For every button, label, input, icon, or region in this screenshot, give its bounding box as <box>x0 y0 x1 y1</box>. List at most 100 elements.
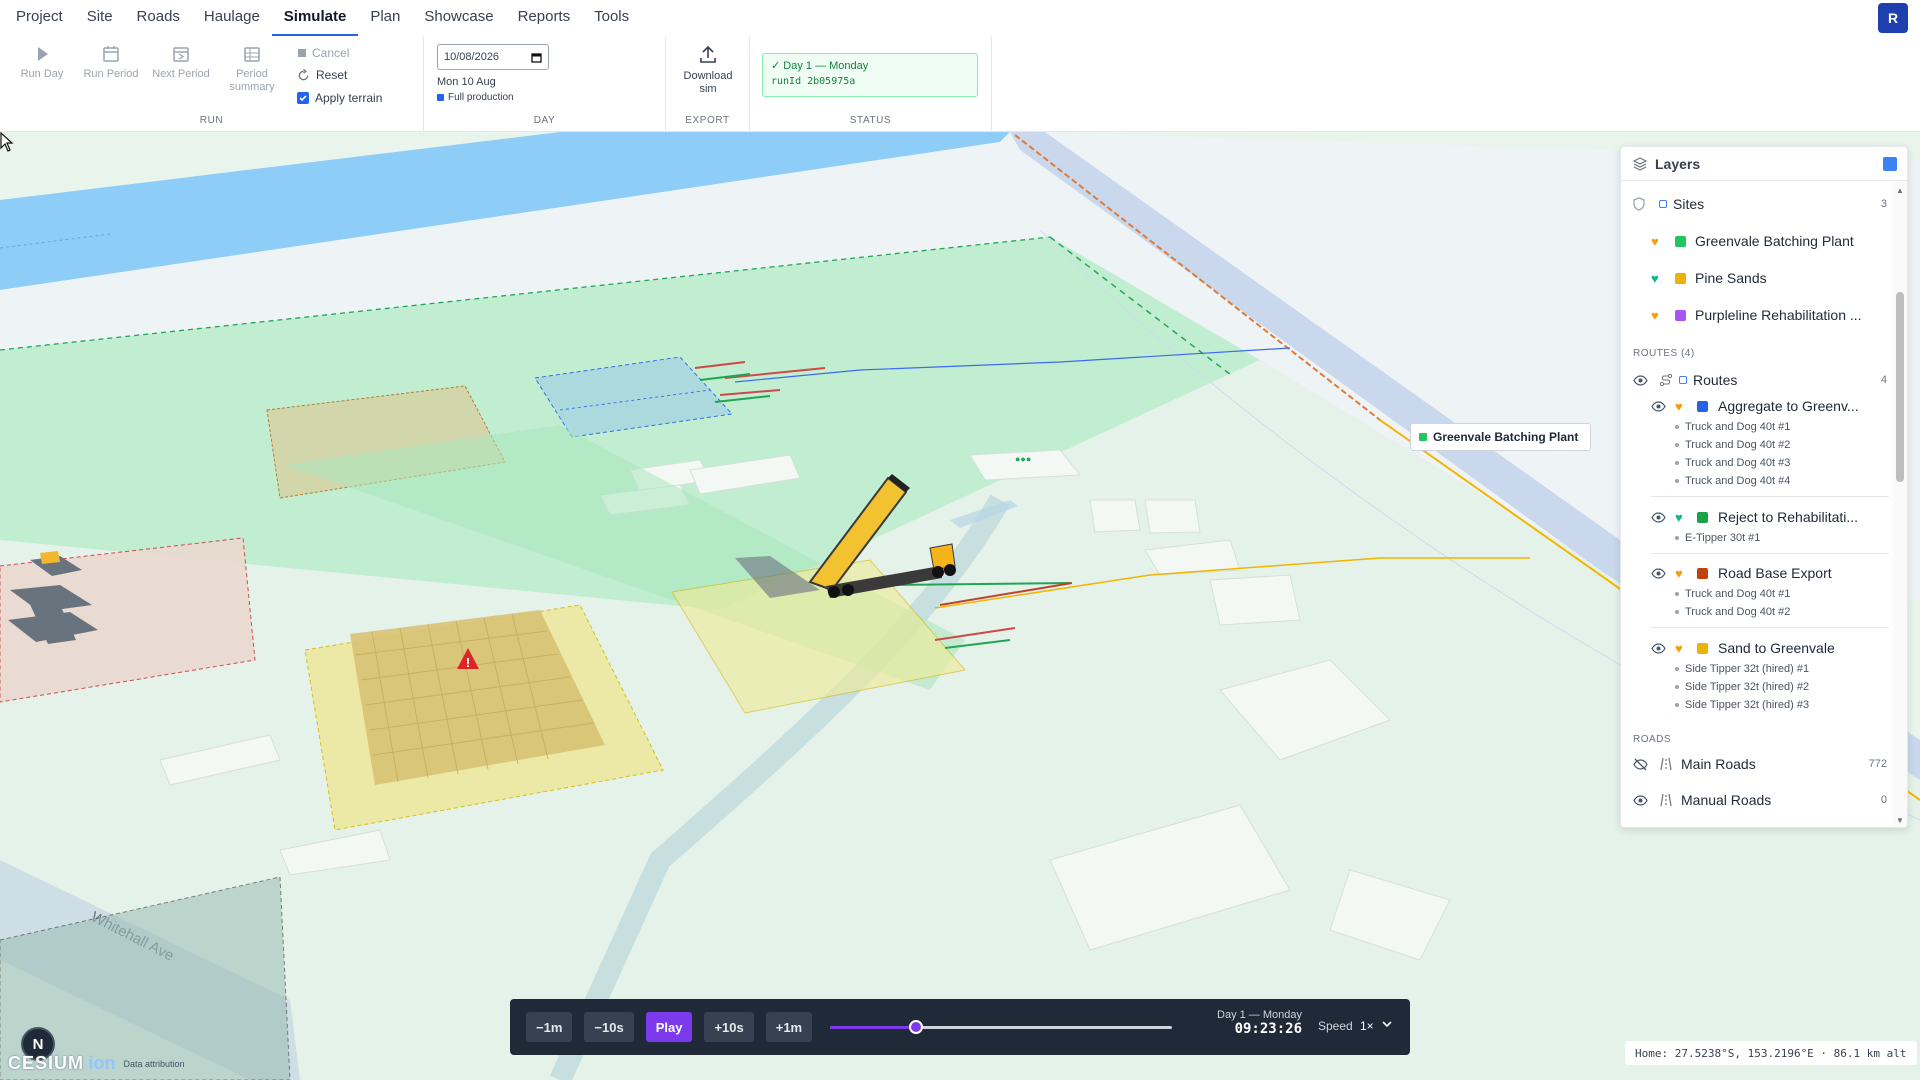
run-day-label: Run Day <box>20 68 64 80</box>
scroll-down-icon[interactable]: ▼ <box>1896 816 1904 825</box>
vehicle-item[interactable]: E-Tipper 30t #1 <box>1675 532 1760 544</box>
route-item[interactable]: ♥ Road Base Export <box>1621 563 1893 583</box>
filter-icon[interactable] <box>1883 157 1897 171</box>
heart-icon: ♥ <box>1675 398 1683 414</box>
eye-icon[interactable] <box>1651 567 1666 579</box>
route-item[interactable]: ♥ Reject to Rehabilitati... <box>1621 507 1893 527</box>
upload-icon <box>700 45 716 63</box>
timeline-slider[interactable] <box>830 1017 1173 1037</box>
road-layer-count: 772 <box>1868 758 1887 770</box>
route-name: Road Base Export <box>1718 565 1832 581</box>
cancel-label: Cancel <box>312 46 350 60</box>
vehicle-item[interactable]: Side Tipper 32t (hired) #2 <box>1675 681 1809 693</box>
back-10s-button[interactable]: −10s <box>584 1012 634 1042</box>
production-label: Full production <box>448 92 514 103</box>
data-attribution-link[interactable]: Data attribution <box>123 1059 184 1069</box>
site-item[interactable]: ♥ Pine Sands <box>1621 268 1893 288</box>
map-site-label[interactable]: Greenvale Batching Plant <box>1410 423 1592 451</box>
route-icon <box>1659 373 1673 387</box>
sites-toggle[interactable] <box>1659 200 1667 208</box>
site-item[interactable]: ♥ Purpleline Rehabilitation ... <box>1621 305 1893 325</box>
road-layer-item[interactable]: Main Roads 772 <box>1621 754 1893 774</box>
road-layer-item[interactable]: Manual Roads 0 <box>1621 790 1893 810</box>
vehicle-item[interactable]: Truck and Dog 40t #1 <box>1675 421 1790 433</box>
divider <box>1651 627 1889 628</box>
camera-coordinates: Home: 27.5238°S, 153.2196°E · 86.1 km al… <box>1625 1041 1917 1065</box>
next-period-button[interactable]: Next Period <box>149 44 213 81</box>
svg-text:●●●: ●●● <box>1015 454 1031 464</box>
period-summary-button[interactable]: Period summary <box>220 44 284 94</box>
layers-title: Layers <box>1655 155 1701 172</box>
vehicle-item[interactable]: Truck and Dog 40t #4 <box>1675 475 1790 487</box>
site-name: Pine Sands <box>1695 270 1767 286</box>
fwd-10s-button[interactable]: +10s <box>704 1012 754 1042</box>
vehicle-item[interactable]: Truck and Dog 40t #2 <box>1675 439 1790 451</box>
download-sim-button[interactable]: Download sim <box>676 44 740 96</box>
apply-terrain-checkbox[interactable]: Apply terrain <box>297 91 382 105</box>
eye-icon[interactable] <box>1633 374 1648 386</box>
vehicle-item[interactable]: Truck and Dog 40t #2 <box>1675 606 1790 618</box>
play-button[interactable]: Play <box>645 1012 693 1042</box>
sites-label: Sites <box>1673 196 1705 212</box>
apply-terrain-label: Apply terrain <box>315 91 383 105</box>
layers-panel: Layers Sites 3 ♥ Greenvale Batching Plan… <box>1620 146 1908 828</box>
calendar-picker-icon[interactable] <box>531 52 542 63</box>
scroll-up-icon[interactable]: ▲ <box>1896 186 1904 195</box>
eye-off-icon[interactable] <box>1633 758 1648 771</box>
chevron-down-icon[interactable] <box>1380 1017 1394 1031</box>
nav-site[interactable]: Site <box>75 0 125 36</box>
eye-icon[interactable] <box>1651 642 1666 654</box>
nav-plan[interactable]: Plan <box>358 0 412 36</box>
routes-label: Routes <box>1693 372 1738 388</box>
user-avatar[interactable]: R <box>1878 3 1908 33</box>
run-day-button[interactable]: Run Day <box>10 44 74 81</box>
layer-group-routes[interactable]: Routes 4 <box>1621 370 1893 390</box>
layers-header: Layers <box>1621 147 1907 181</box>
ribbon-group-day-label: DAY <box>533 115 556 126</box>
ribbon-group-run: Run Day Run Period Next Period Period su… <box>0 36 424 132</box>
reset-button[interactable]: Reset <box>297 68 347 82</box>
nav-haulage[interactable]: Haulage <box>192 0 272 36</box>
fwd-1m-button[interactable]: +1m <box>765 1012 813 1042</box>
route-item[interactable]: ♥ Sand to Greenvale <box>1621 638 1893 658</box>
roads-section-label: ROADS <box>1633 734 1672 745</box>
road-layer-count: 0 <box>1880 794 1887 806</box>
back-1m-button[interactable]: −1m <box>526 1012 573 1042</box>
production-swatch <box>437 94 444 101</box>
routes-count: 4 <box>1880 374 1887 386</box>
eye-icon[interactable] <box>1651 400 1666 412</box>
routes-toggle[interactable] <box>1679 376 1687 384</box>
app-root: Whitehall Ave <box>0 0 1920 1080</box>
sim-date-input[interactable]: 10/08/2026 <box>437 44 549 70</box>
ribbon-group-run-label: RUN <box>199 115 224 126</box>
vehicle-item[interactable]: Side Tipper 32t (hired) #3 <box>1675 699 1809 711</box>
vehicle-item[interactable]: Side Tipper 32t (hired) #1 <box>1675 663 1809 675</box>
layers-scrollbar[interactable]: ▲ ▼ <box>1893 182 1907 827</box>
nav-tools[interactable]: Tools <box>582 0 641 36</box>
layer-group-sites[interactable]: Sites 3 <box>1621 194 1893 214</box>
site-item[interactable]: ♥ Greenvale Batching Plant <box>1621 231 1893 251</box>
site-color-swatch <box>1675 309 1686 321</box>
scrollbar-thumb[interactable] <box>1896 292 1904 482</box>
vehicle-item[interactable]: Truck and Dog 40t #3 <box>1675 457 1790 469</box>
heart-icon: ♥ <box>1675 640 1683 656</box>
nav-roads[interactable]: Roads <box>125 0 192 36</box>
nav-project[interactable]: Project <box>4 0 75 36</box>
day-text: Mon 10 Aug <box>437 76 496 88</box>
vehicle-item[interactable]: Truck and Dog 40t #1 <box>1675 588 1790 600</box>
route-item[interactable]: ♥ Aggregate to Greenv... <box>1621 396 1893 416</box>
eye-icon[interactable] <box>1633 794 1648 806</box>
stop-icon <box>298 49 306 57</box>
nav-showcase[interactable]: Showcase <box>412 0 505 36</box>
timeline-knob[interactable] <box>908 1020 923 1034</box>
speed-select[interactable]: 1× <box>1360 1019 1374 1033</box>
route-color-swatch <box>1697 642 1708 654</box>
cancel-button[interactable]: Cancel <box>298 46 349 60</box>
nav-simulate[interactable]: Simulate <box>271 0 359 36</box>
run-period-button[interactable]: Run Period <box>79 44 143 81</box>
eye-icon[interactable] <box>1651 511 1666 523</box>
nav-reports[interactable]: Reports <box>506 0 583 36</box>
calendar-icon <box>103 46 119 62</box>
checkbox-checked-icon <box>297 92 309 104</box>
ribbon-group-status-label: STATUS <box>849 115 892 126</box>
